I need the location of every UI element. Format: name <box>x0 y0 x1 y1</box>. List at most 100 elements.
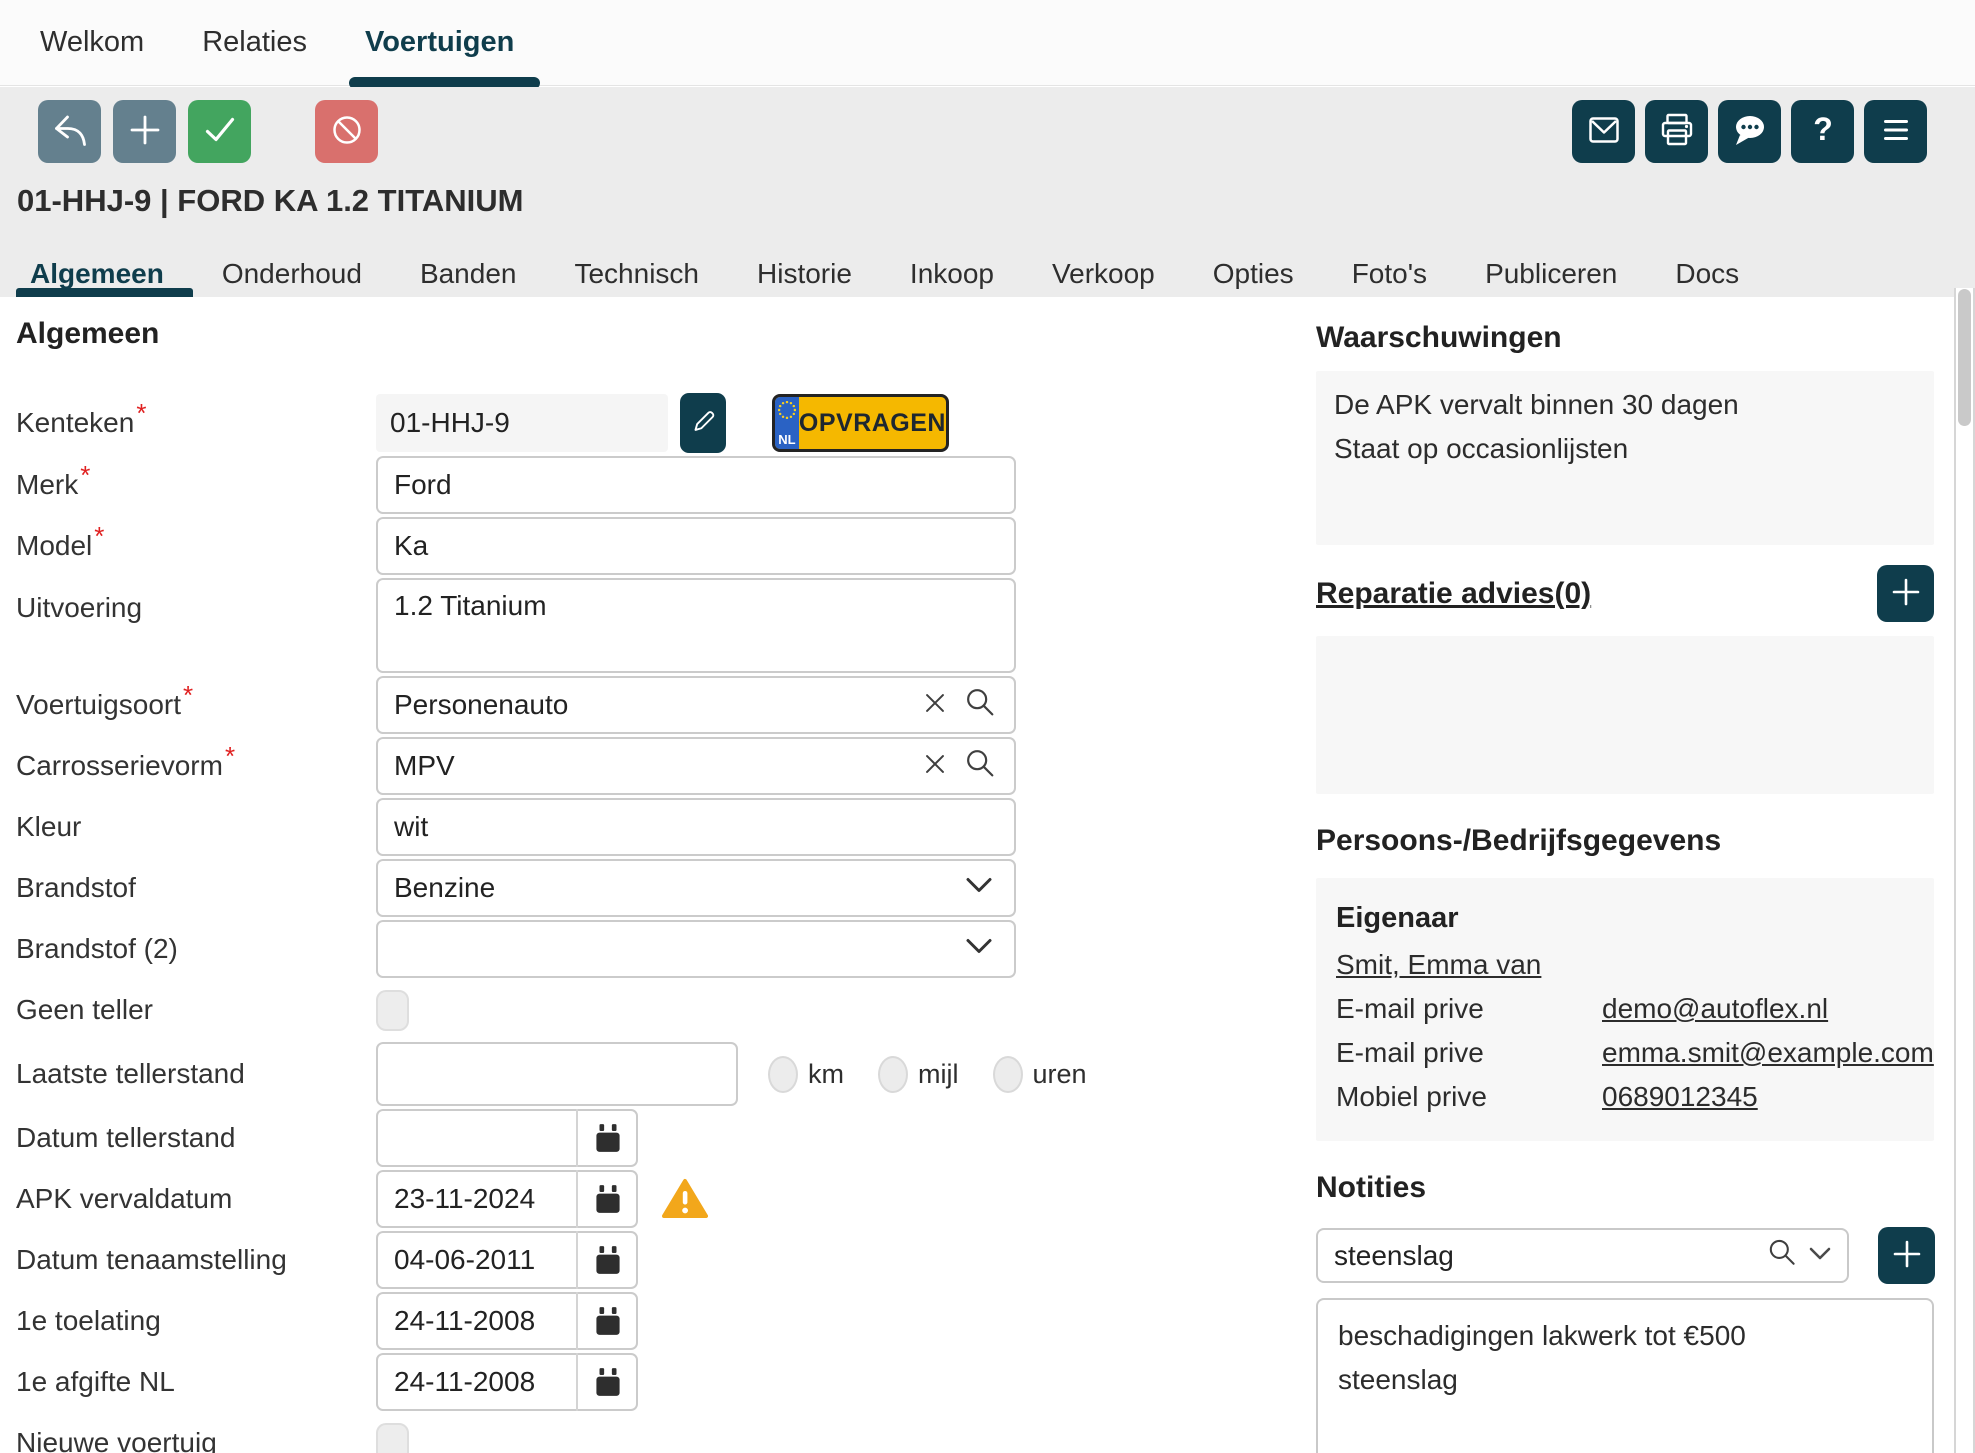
tab-onderhoud[interactable]: Onderhoud <box>193 247 391 297</box>
required-marker: * <box>94 521 104 551</box>
tab-publiceren[interactable]: Publiceren <box>1456 247 1646 297</box>
back-arrow-icon <box>46 106 94 157</box>
add-record-button[interactable] <box>113 100 176 163</box>
save-button[interactable] <box>188 100 251 163</box>
tab-verkoop[interactable]: Verkoop <box>1023 247 1184 297</box>
print-button[interactable] <box>1645 100 1708 163</box>
apk-vervaldatum-label: APK vervaldatum <box>16 1183 376 1215</box>
calendar-icon[interactable] <box>576 1109 638 1167</box>
note-item[interactable]: beschadigingen lakwerk tot €500 <box>1338 1314 1912 1358</box>
owner-heading: Eigenaar <box>1336 902 1914 935</box>
required-marker: * <box>183 680 193 710</box>
vertical-scrollbar[interactable] <box>1954 288 1975 1453</box>
nav-tab-relaties[interactable]: Relaties <box>202 0 307 85</box>
repair-advice-link[interactable]: Reparatie advies(0) <box>1316 577 1591 611</box>
km-radio[interactable] <box>768 1056 798 1093</box>
opvragen-plate-button[interactable]: NL OPVRAGEN <box>772 394 949 452</box>
calendar-icon[interactable] <box>576 1231 638 1289</box>
field-row-kleur: Kleur <box>16 798 1026 856</box>
geen-teller-label: Geen teller <box>16 994 376 1026</box>
printer-icon <box>1653 106 1701 157</box>
calendar-icon[interactable] <box>576 1353 638 1411</box>
repair-advice-row: Reparatie advies(0) <box>1316 565 1934 622</box>
tab-historie[interactable]: Historie <box>728 247 881 297</box>
calendar-icon[interactable] <box>576 1170 638 1228</box>
tab-fotos[interactable]: Foto's <box>1323 247 1456 297</box>
add-note-button[interactable] <box>1878 1227 1935 1284</box>
phone-link[interactable]: 0689012345 <box>1602 1081 1758 1113</box>
field-row-carrosserievorm: Carrosserievorm* <box>16 737 1026 795</box>
search-icon[interactable] <box>962 685 998 726</box>
voertuigsoort-label: Voertuigsoort* <box>16 689 376 721</box>
field-row-nieuwe-voertuig: Nieuwe voertuig <box>16 1414 1026 1453</box>
plus-icon <box>1887 1234 1927 1277</box>
contact-label: Mobiel prive <box>1336 1081 1602 1113</box>
datum-tellerstand-label: Datum tellerstand <box>16 1122 376 1154</box>
kleur-input[interactable] <box>376 798 1016 856</box>
nav-tab-voertuigen[interactable]: Voertuigen <box>365 0 514 85</box>
hamburger-icon <box>1872 106 1920 157</box>
tab-opties[interactable]: Opties <box>1184 247 1323 297</box>
main-content: Algemeen Kenteken* <box>0 297 1975 1453</box>
chat-button[interactable] <box>1718 100 1781 163</box>
uren-radio[interactable] <box>993 1056 1023 1093</box>
merk-input[interactable] <box>376 456 1016 514</box>
nav-tab-welkom[interactable]: Welkom <box>40 0 144 85</box>
edit-kenteken-button[interactable] <box>680 393 726 453</box>
model-input[interactable] <box>376 517 1016 575</box>
back-button[interactable] <box>38 100 101 163</box>
tab-docs[interactable]: Docs <box>1646 247 1768 297</box>
search-icon[interactable] <box>1765 1236 1799 1275</box>
1e-afgifte-nl-label: 1e afgifte NL <box>16 1366 376 1398</box>
svg-text:?: ? <box>1813 111 1833 147</box>
plate-eu-strip: NL <box>775 397 799 449</box>
chevron-down-icon[interactable] <box>1807 1244 1833 1267</box>
field-row-1e-afgifte-nl: 1e afgifte NL <box>16 1353 1026 1411</box>
kenteken-input[interactable] <box>376 394 668 452</box>
calendar-icon[interactable] <box>576 1292 638 1350</box>
clear-icon[interactable] <box>920 688 950 723</box>
search-icon[interactable] <box>962 746 998 787</box>
uitvoering-label: Uitvoering <box>16 578 376 624</box>
field-row-geen-teller: Geen teller <box>16 981 1026 1039</box>
nieuwe-voertuig-checkbox[interactable] <box>376 1423 409 1453</box>
page-title: 01-HHJ-9 | FORD KA 1.2 TITANIUM <box>17 183 523 219</box>
general-form: Algemeen Kenteken* <box>16 297 1026 1453</box>
warnings-box: De APK vervalt binnen 30 dagen Staat op … <box>1316 371 1934 545</box>
field-row-kenteken: Kenteken* NL OPV <box>16 393 1026 453</box>
field-row-brandstof2: Brandstof (2) <box>16 920 1026 978</box>
field-row-brandstof: Brandstof <box>16 859 1026 917</box>
email-button[interactable] <box>1572 100 1635 163</box>
warning-item: De APK vervalt binnen 30 dagen <box>1334 383 1916 427</box>
repair-advice-box <box>1316 636 1934 794</box>
tab-algemeen[interactable]: Algemeen <box>16 247 193 297</box>
required-marker: * <box>225 741 235 771</box>
menu-button[interactable] <box>1864 100 1927 163</box>
clear-icon[interactable] <box>920 749 950 784</box>
brandstof-select[interactable] <box>376 859 1016 917</box>
help-button[interactable]: ? <box>1791 100 1854 163</box>
add-repair-advice-button[interactable] <box>1877 565 1934 622</box>
brandstof2-select[interactable] <box>376 920 1016 978</box>
tab-technisch[interactable]: Technisch <box>545 247 728 297</box>
email-link[interactable]: demo@autoflex.nl <box>1602 993 1828 1025</box>
owner-name-link[interactable]: Smit, Emma van <box>1336 949 1541 981</box>
kenteken-label: Kenteken* <box>16 407 376 439</box>
laatste-tellerstand-input[interactable] <box>376 1042 738 1106</box>
brandstof2-label: Brandstof (2) <box>16 933 376 965</box>
notes-list-box[interactable]: beschadigingen lakwerk tot €500 steensla… <box>1316 1298 1934 1453</box>
scrollbar-thumb[interactable] <box>1958 289 1971 426</box>
mijl-radio[interactable] <box>878 1056 908 1093</box>
email-link[interactable]: emma.smit@example.com <box>1602 1037 1934 1069</box>
note-item[interactable]: steenslag <box>1338 1358 1912 1402</box>
tab-inkoop[interactable]: Inkoop <box>881 247 1023 297</box>
chat-bubble-icon <box>1726 106 1774 157</box>
form-section-heading: Algemeen <box>16 317 1026 351</box>
uitvoering-textarea[interactable]: 1.2 Titanium <box>376 578 1016 673</box>
tab-banden[interactable]: Banden <box>391 247 546 297</box>
geen-teller-checkbox[interactable] <box>376 990 409 1031</box>
cancel-button[interactable] <box>315 100 378 163</box>
field-row-1e-toelating: 1e toelating <box>16 1292 1026 1350</box>
notes-heading: Notities <box>1316 1171 1934 1205</box>
datum-tenaamstelling-label: Datum tenaamstelling <box>16 1244 376 1276</box>
